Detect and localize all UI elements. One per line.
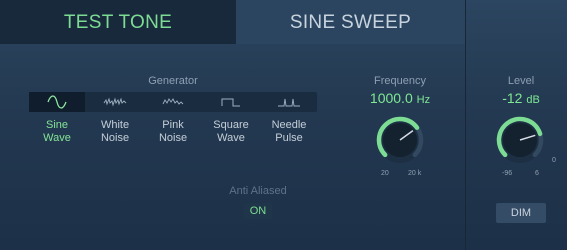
level-max-label: 6 xyxy=(535,170,539,177)
level-zero-label: 0 xyxy=(552,157,556,164)
frequency-label: Frequency xyxy=(374,75,426,87)
anti-aliased-toggle[interactable]: ON xyxy=(244,203,272,219)
square-wave-button[interactable] xyxy=(203,92,259,112)
frequency-value-display[interactable]: 1000.0 Hz xyxy=(345,90,455,106)
generator-label: Generator xyxy=(148,75,198,87)
level-value-display[interactable]: -12 dB xyxy=(476,90,566,106)
white-noise-label[interactable]: White Noise xyxy=(85,119,145,145)
pink-noise-button[interactable] xyxy=(145,92,201,112)
square-wave-label[interactable]: Square Wave xyxy=(201,119,261,145)
pink-noise-icon xyxy=(162,98,184,105)
level-value: -12 xyxy=(502,90,523,106)
frequency-max-label: 20 k xyxy=(408,170,422,177)
needle-pulse-icon xyxy=(278,98,300,107)
sine-wave-label[interactable]: Sine Wave xyxy=(27,119,87,145)
frequency-unit: Hz xyxy=(416,94,431,106)
sine-wave-button[interactable] xyxy=(29,92,85,112)
square-wave-icon xyxy=(221,98,240,107)
frequency-min-label: 20 xyxy=(381,170,389,177)
test-oscillator-panel: TEST TONE SINE SWEEP Generator Sine Wave xyxy=(0,0,567,250)
tab-bar: TEST TONE SINE SWEEP xyxy=(0,0,465,44)
tab-test-tone[interactable]: TEST TONE xyxy=(0,0,236,44)
anti-aliased-label: Anti Aliased xyxy=(229,185,287,197)
white-noise-button[interactable] xyxy=(87,92,143,112)
level-knob[interactable] xyxy=(491,111,549,169)
frequency-knob[interactable] xyxy=(371,111,429,169)
pink-noise-label[interactable]: Pink Noise xyxy=(143,119,203,145)
needle-pulse-label[interactable]: Needle Pulse xyxy=(259,119,319,145)
panel-divider xyxy=(465,0,466,250)
tab-sine-sweep[interactable]: SINE SWEEP xyxy=(236,0,465,44)
sine-wave-icon xyxy=(47,95,67,109)
needle-pulse-button[interactable] xyxy=(261,92,317,112)
level-unit: dB xyxy=(526,94,540,106)
dim-button[interactable]: DIM xyxy=(496,203,546,223)
white-noise-icon xyxy=(103,97,127,107)
frequency-value: 1000.0 xyxy=(369,90,413,106)
level-min-label: -96 xyxy=(502,170,513,177)
level-label: Level xyxy=(507,75,535,87)
